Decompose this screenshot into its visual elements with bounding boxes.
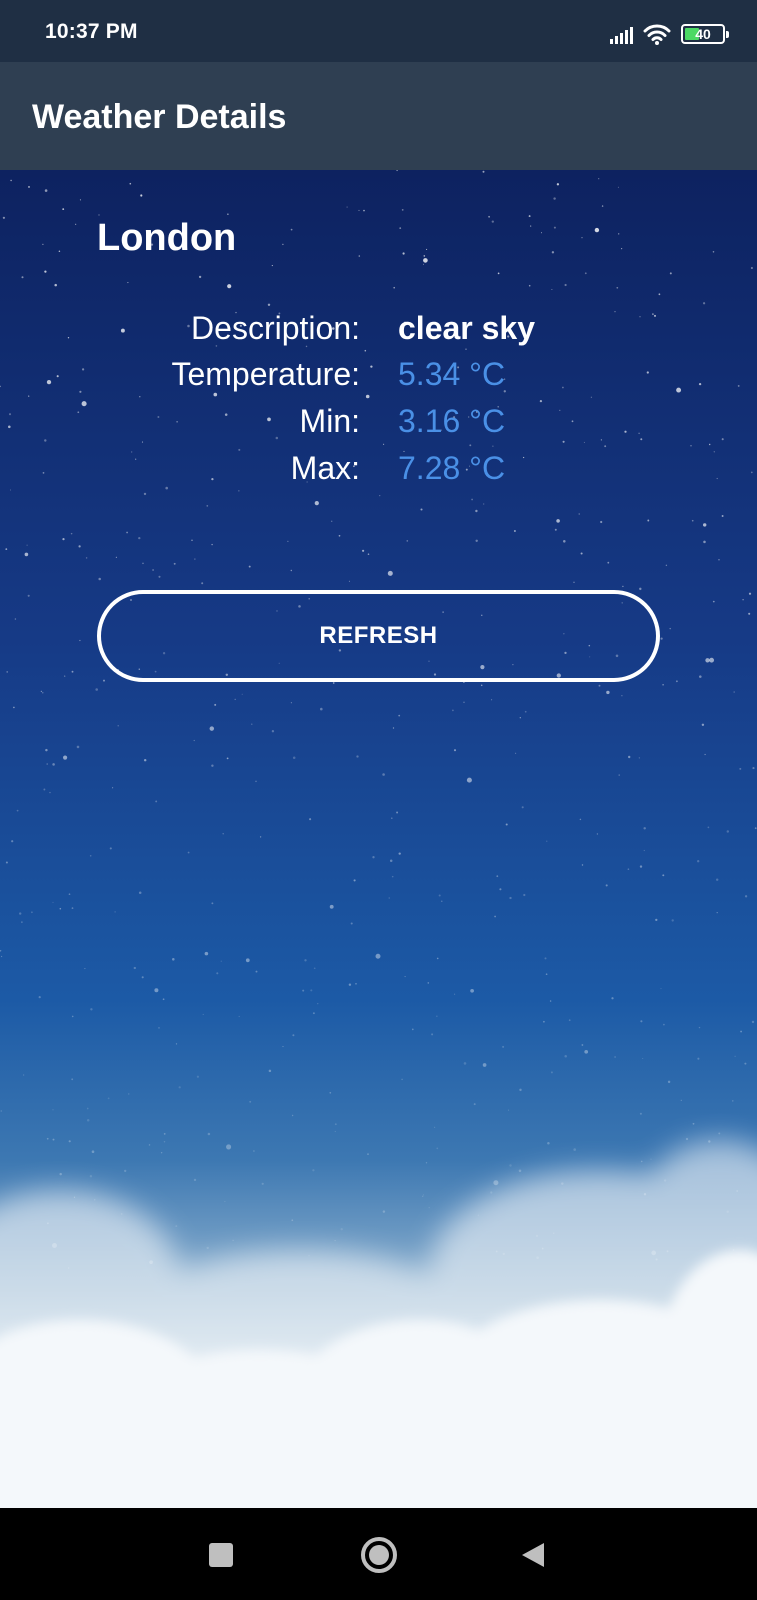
page-title: Weather Details — [32, 98, 287, 136]
refresh-button[interactable]: REFRESH — [97, 590, 660, 682]
clouds-background — [0, 1140, 757, 1508]
temperature-label: Temperature: — [171, 356, 360, 392]
max-label: Max: — [290, 450, 360, 486]
min-row: Min: 3.16 °C — [0, 403, 757, 449]
description-label: Description: — [191, 310, 360, 346]
back-icon[interactable] — [522, 1543, 544, 1567]
min-label: Min: — [299, 403, 360, 439]
status-time: 10:37 PM — [45, 20, 138, 43]
temperature-value: 5.34 °C — [398, 356, 506, 392]
max-row: Max: 7.28 °C — [0, 450, 757, 496]
battery-icon: 40 — [681, 24, 729, 44]
description-row: Description: clear sky — [0, 310, 757, 356]
status-icons: 40 — [610, 22, 729, 46]
wifi-icon — [643, 23, 671, 45]
max-value: 7.28 °C — [398, 450, 506, 486]
weather-screen: 10:37 PM 40 Weather Details London Descr… — [0, 0, 757, 1600]
recents-icon[interactable] — [209, 1543, 233, 1567]
description-value: clear sky — [398, 310, 536, 346]
app-bar: Weather Details — [0, 62, 757, 170]
status-bar: 10:37 PM 40 — [0, 0, 757, 62]
weather-content: London Description: clear sky Temperatur… — [0, 170, 757, 1508]
battery-level: 40 — [695, 26, 711, 42]
home-icon[interactable] — [361, 1537, 397, 1573]
temperature-row: Temperature: 5.34 °C — [0, 356, 757, 402]
city-name: London — [97, 217, 237, 259]
signal-icon — [610, 24, 633, 44]
system-nav-bar — [0, 1508, 757, 1600]
min-value: 3.16 °C — [398, 403, 506, 439]
